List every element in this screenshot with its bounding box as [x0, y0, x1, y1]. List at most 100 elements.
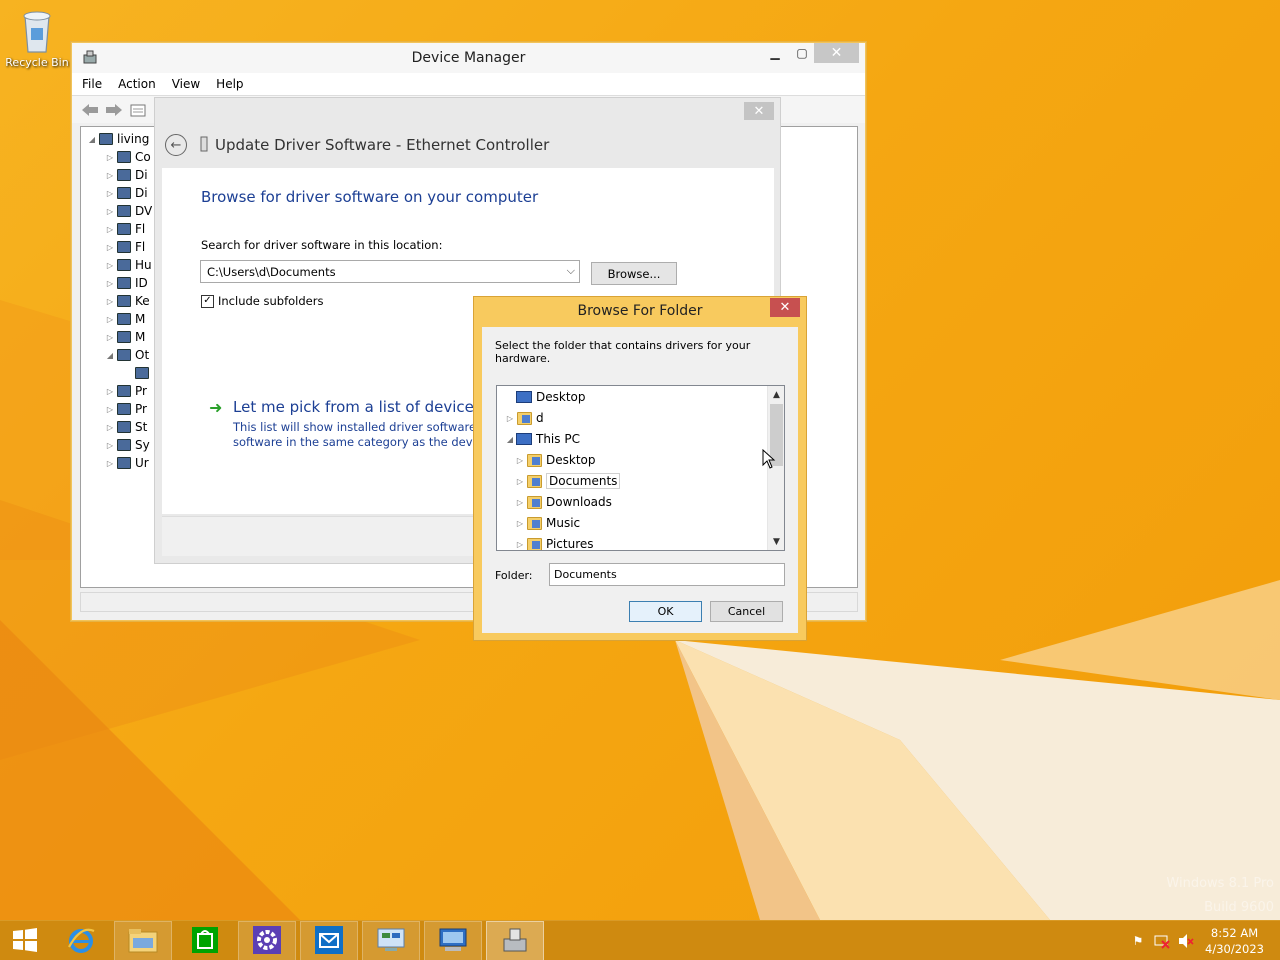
browse-folder-close-button[interactable]: ✕: [770, 298, 800, 317]
cancel-button[interactable]: Cancel: [710, 601, 783, 622]
properties-icon[interactable]: [128, 101, 148, 119]
device-tree-item[interactable]: ▷ M: [105, 310, 145, 328]
device-tree-item[interactable]: ▷ Hu: [105, 256, 152, 274]
folder-tree-item[interactable]: ▷ Downloads: [515, 492, 612, 512]
menu-action[interactable]: Action: [118, 77, 156, 91]
device-tree-item[interactable]: ▷ Fl: [105, 220, 145, 238]
taskbar-mail[interactable]: [300, 921, 358, 960]
device-tree-item[interactable]: ◢ Ot: [105, 346, 149, 364]
taskbar-internet-explorer[interactable]: [52, 921, 110, 960]
minimize-button[interactable]: ▁: [760, 43, 790, 63]
device-tree-item[interactable]: ▷ Ur: [105, 454, 149, 472]
tree-expander-icon[interactable]: ◢: [87, 135, 97, 144]
tree-expander-icon[interactable]: ▷: [505, 414, 515, 423]
taskbar-control-panel[interactable]: [362, 921, 420, 960]
device-tree-item[interactable]: ▷ ID: [105, 274, 148, 292]
pick-from-list-title[interactable]: Let me pick from a list of device dri: [233, 398, 474, 416]
device-tree-item[interactable]: ▷ Pr: [105, 382, 147, 400]
clock-time: 8:52 AM: [1210, 926, 1259, 940]
tree-expander-icon[interactable]: ▷: [105, 441, 115, 450]
folder-input[interactable]: Documents: [549, 563, 785, 586]
menu-file[interactable]: File: [82, 77, 102, 91]
taskbar-device-manager[interactable]: [486, 921, 544, 960]
recycle-bin-icon: [17, 6, 57, 54]
start-button[interactable]: [0, 921, 50, 960]
folder-tree-item[interactable]: ◢ This PC: [505, 429, 580, 449]
taskbar-file-explorer[interactable]: [114, 921, 172, 960]
tree-expander-icon[interactable]: ▷: [515, 519, 525, 528]
folder-tree-item[interactable]: ▷ d: [505, 408, 544, 428]
device-tree-item[interactable]: ▷ M: [105, 328, 145, 346]
forward-arrow-icon[interactable]: [104, 101, 124, 119]
folder-tree[interactable]: ▷ Pictures ▷ Music ▷ Downloads ▷ Documents ▷ Desk…: [496, 385, 785, 551]
tree-expander-icon[interactable]: ▷: [105, 423, 115, 432]
browse-folder-titlebar[interactable]: Browse For Folder ✕: [474, 297, 806, 325]
tree-expander-icon[interactable]: ▷: [515, 477, 525, 486]
tree-expander-icon[interactable]: ▷: [515, 456, 525, 465]
menu-view[interactable]: View: [172, 77, 200, 91]
update-driver-close-button[interactable]: ✕: [744, 102, 774, 120]
device-tree-item[interactable]: ◢ living: [87, 130, 149, 148]
tree-expander-icon[interactable]: ▷: [515, 540, 525, 549]
system-clock[interactable]: 8:52 AM 4/30/2023: [1205, 925, 1264, 957]
device-tree-label: M: [135, 330, 146, 344]
ok-button[interactable]: OK: [629, 601, 702, 622]
taskbar-remote-desktop[interactable]: [424, 921, 482, 960]
device-tree-item[interactable]: ▷ Di: [105, 184, 148, 202]
tree-expander-icon[interactable]: ◢: [105, 351, 115, 360]
scroll-down-icon[interactable]: ▼: [768, 533, 784, 550]
tree-expander-icon[interactable]: ▷: [105, 279, 115, 288]
dvd-icon: [115, 203, 133, 219]
tree-expander-icon[interactable]: ▷: [105, 243, 115, 252]
menu-help[interactable]: Help: [216, 77, 243, 91]
device-tree-item[interactable]: ▷ Pr: [105, 400, 147, 418]
folder-tree-item[interactable]: ▷ Documents: [515, 471, 621, 491]
maximize-button[interactable]: ▢: [787, 43, 817, 63]
device-tree-item[interactable]: ▷ Fl: [105, 238, 145, 256]
folder-tree-item[interactable]: ▷ Desktop: [515, 450, 596, 470]
device-tree-label: Ke: [135, 294, 150, 308]
taskbar-settings[interactable]: [238, 921, 296, 960]
device-tree-label: Di: [135, 186, 148, 200]
tree-expander-icon[interactable]: ▷: [105, 405, 115, 414]
device-tree-item[interactable]: ▷ Di: [105, 166, 148, 184]
tree-expander-icon[interactable]: ▷: [105, 225, 115, 234]
volume-muted-icon[interactable]: [1178, 933, 1194, 949]
close-button[interactable]: ✕: [814, 43, 859, 63]
device-tree-item[interactable]: [123, 364, 153, 382]
device-tree-item[interactable]: ▷ St: [105, 418, 147, 436]
tree-expander-icon[interactable]: ▷: [105, 153, 115, 162]
usb-device-icon: [199, 136, 209, 155]
device-tree-item[interactable]: ▷ Sy: [105, 436, 150, 454]
taskbar-store[interactable]: [176, 921, 234, 960]
scroll-up-icon[interactable]: ▲: [768, 386, 784, 403]
device-tree-item[interactable]: ▷ DV: [105, 202, 152, 220]
network-disconnected-icon[interactable]: [1154, 933, 1170, 949]
chevron-down-icon[interactable]: ⌵: [567, 264, 575, 278]
taskbar: ⚑ 8:52 AM 4/30/2023: [0, 920, 1280, 960]
tree-expander-icon[interactable]: ▷: [105, 387, 115, 396]
device-manager-titlebar[interactable]: Device Manager ▁ ▢ ✕: [72, 43, 865, 73]
tree-expander-icon[interactable]: ▷: [105, 171, 115, 180]
tree-expander-icon[interactable]: ▷: [105, 315, 115, 324]
device-tree-item[interactable]: ▷ Ke: [105, 292, 150, 310]
tree-expander-icon[interactable]: ▷: [515, 498, 525, 507]
tree-expander-icon[interactable]: ▷: [105, 459, 115, 468]
back-button[interactable]: ←: [165, 134, 187, 156]
back-arrow-icon[interactable]: [80, 101, 100, 119]
watermark-edition: Windows 8.1 Pro: [1166, 876, 1274, 891]
action-center-flag-icon[interactable]: ⚑: [1130, 933, 1146, 949]
device-tree-item[interactable]: ▷ Co: [105, 148, 151, 166]
tree-expander-icon[interactable]: ▷: [105, 297, 115, 306]
tree-expander-icon[interactable]: ▷: [105, 333, 115, 342]
tree-expander-icon[interactable]: ▷: [105, 261, 115, 270]
tree-expander-icon[interactable]: ◢: [505, 435, 515, 444]
tree-expander-icon[interactable]: ▷: [105, 207, 115, 216]
tree-expander-icon[interactable]: ▷: [105, 189, 115, 198]
folder-tree-item[interactable]: ▷ Pictures: [515, 534, 594, 550]
recycle-bin[interactable]: Recycle Bin: [4, 6, 70, 69]
folder-tree-item[interactable]: Desktop: [505, 387, 586, 407]
folder-tree-item[interactable]: ▷ Music: [515, 513, 580, 533]
browse-button[interactable]: Browse...: [591, 262, 677, 285]
computer-icon: [97, 131, 115, 147]
